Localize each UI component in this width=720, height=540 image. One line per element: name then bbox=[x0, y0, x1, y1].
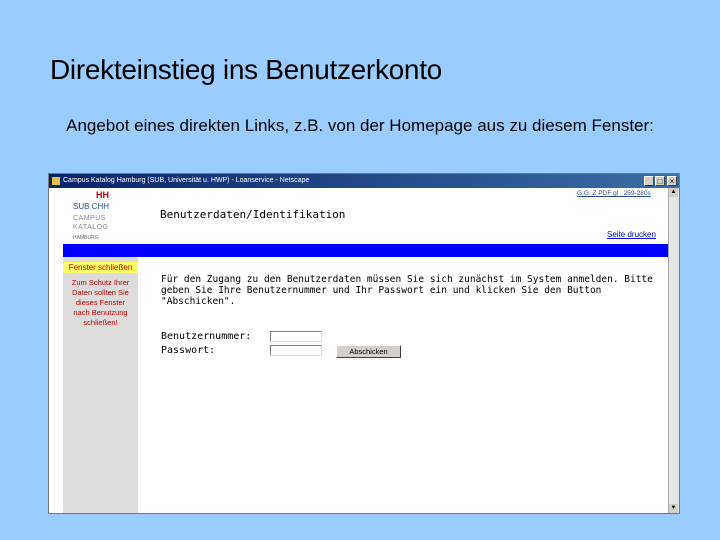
logo-campus-text: CAMPUS KATALOG bbox=[73, 215, 109, 231]
window-title: Campus Katalog Hamburg (SUB, Universität… bbox=[63, 177, 310, 184]
sidebar-blue-bar bbox=[63, 244, 138, 257]
top-links[interactable]: G.G. Z PDF gl . 259-280s bbox=[577, 190, 651, 197]
slide-subtitle: Angebot eines direkten Links, z.B. von d… bbox=[66, 116, 654, 135]
browser-window-screenshot: Campus Katalog Hamburg (SUB, Universität… bbox=[48, 173, 680, 514]
login-instructions: Für den Zugang zu den Benutzerdaten müss… bbox=[161, 274, 653, 307]
logo-hh: HH bbox=[96, 190, 109, 200]
left-sidebar: HH SUB CHH CAMPUS KATALOG HAMBURG Fenste… bbox=[63, 188, 138, 513]
user-number-label: Benutzernummer: bbox=[161, 331, 252, 342]
close-window-link[interactable]: Fenster schließen bbox=[63, 262, 138, 273]
netscape-icon bbox=[52, 177, 60, 185]
password-label: Passwort: bbox=[161, 345, 216, 356]
window-titlebar: Campus Katalog Hamburg (SUB, Universität… bbox=[49, 174, 679, 188]
password-input[interactable] bbox=[270, 345, 322, 356]
scroll-down-icon[interactable]: ▼ bbox=[669, 504, 678, 513]
scroll-up-icon[interactable]: ▲ bbox=[669, 188, 678, 197]
minimize-button[interactable]: _ bbox=[644, 176, 654, 186]
submit-button[interactable]: Abschicken bbox=[336, 345, 401, 358]
page-heading: Benutzerdaten/Identifikation bbox=[160, 208, 346, 221]
campus-katalog-logo: HH SUB CHH CAMPUS KATALOG HAMBURG bbox=[63, 188, 138, 244]
security-note: Zum Schutz Ihrer Daten sollten Sie diese… bbox=[71, 278, 130, 327]
logo-tiny-text: HAMBURG bbox=[73, 235, 99, 241]
print-page-link[interactable]: Seite drucken bbox=[607, 230, 656, 239]
vertical-scrollbar[interactable]: ▲ ▼ bbox=[668, 188, 679, 513]
maximize-button[interactable]: □ bbox=[655, 176, 665, 186]
user-number-input[interactable] bbox=[270, 331, 322, 342]
close-window-button[interactable]: × bbox=[667, 176, 677, 186]
slide-title: Direkteinstieg ins Benutzerkonto bbox=[50, 54, 442, 85]
main-blue-bar bbox=[138, 244, 671, 257]
logo-sub: SUB CHH bbox=[73, 202, 110, 211]
